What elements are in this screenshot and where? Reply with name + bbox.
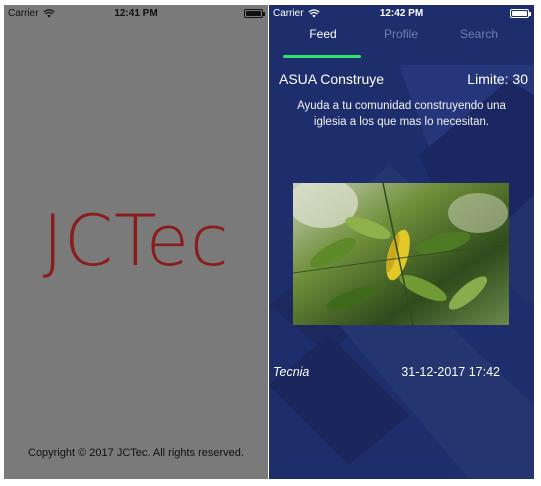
splash-screen: Carrier 12:41 PM JCTec Copyright © 2017 … [4, 5, 268, 479]
post-image[interactable] [293, 183, 509, 325]
post-description: Ayuda a tu comunidad construyendo una ig… [297, 100, 506, 128]
status-bar: Carrier 12:41 PM [4, 5, 268, 23]
leaf-photo [293, 183, 509, 325]
battery-icon [510, 9, 531, 18]
feed-screen: Carrier 12:42 PM Feed Profile Search ASU… [269, 5, 534, 479]
status-time: 12:41 PM [114, 8, 158, 19]
copyright-text: Copyright © 2017 JCTec. All rights reser… [28, 447, 244, 459]
tab-bar: Feed Profile Search [269, 25, 534, 61]
battery-icon [244, 9, 265, 18]
post-company: Tecnia [273, 365, 310, 379]
app-logo: JCTec [42, 200, 230, 282]
post-limit: Limite: 30 [467, 71, 528, 87]
tab-search[interactable]: Search [435, 27, 523, 41]
status-bar: Carrier 12:42 PM [269, 5, 534, 23]
tab-profile[interactable]: Profile [357, 27, 445, 41]
tab-feed[interactable]: Feed [279, 27, 367, 41]
post-title: ASUA Construye [279, 71, 385, 87]
post-datetime: 31-12-2017 17:42 [401, 365, 500, 379]
status-time: 12:42 PM [379, 8, 424, 19]
tab-indicator [283, 55, 361, 58]
